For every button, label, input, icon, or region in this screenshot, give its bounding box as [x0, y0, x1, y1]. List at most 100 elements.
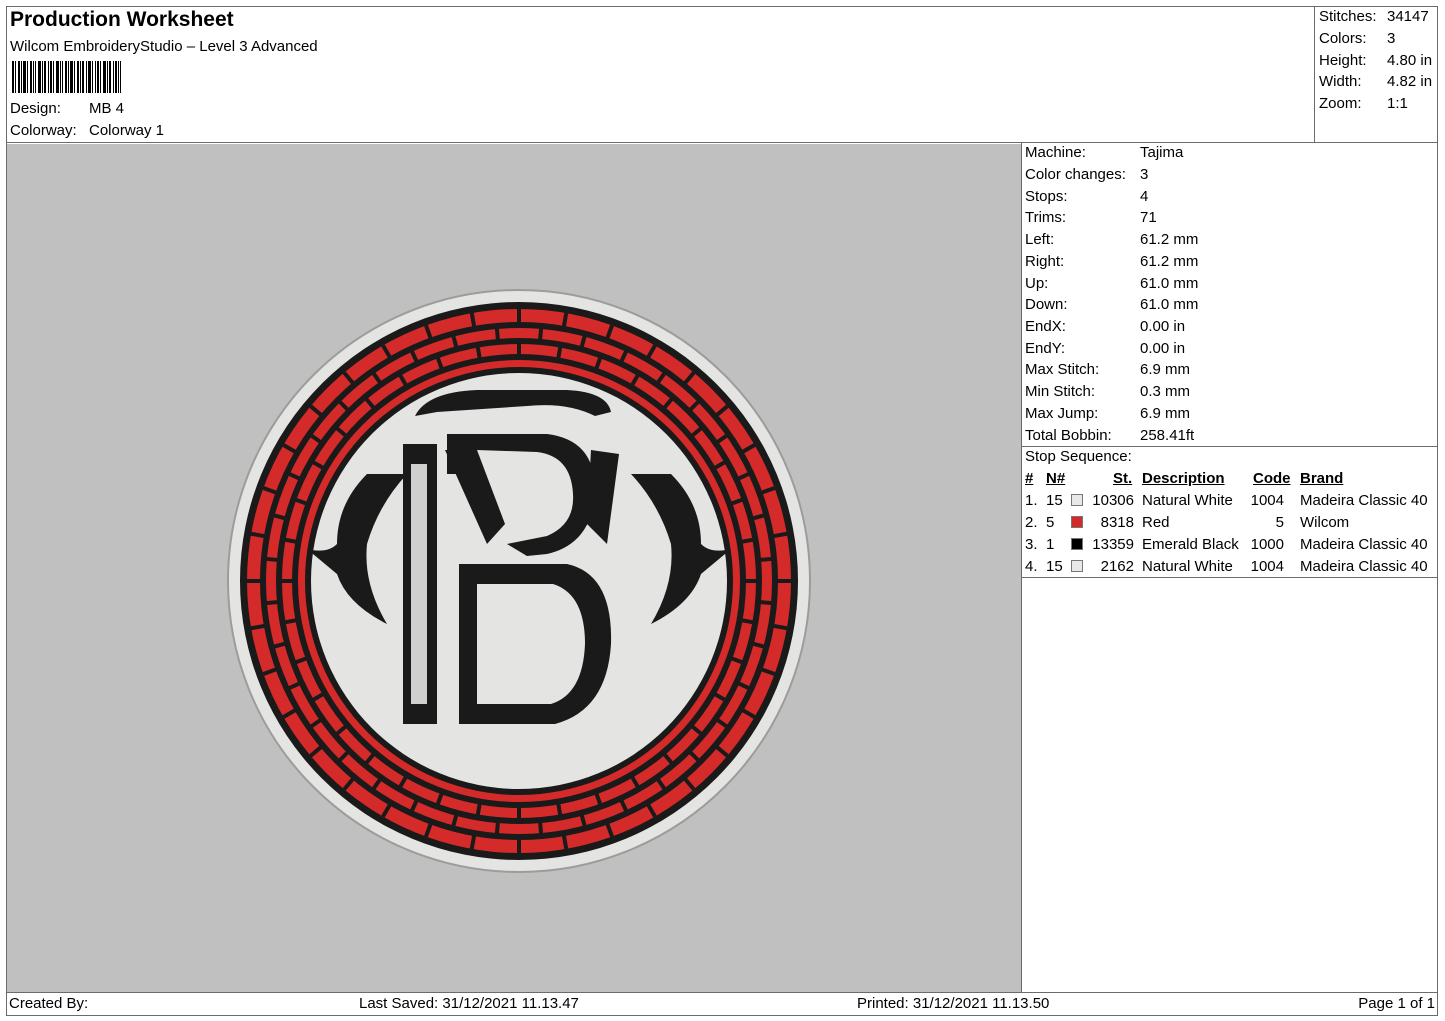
row-needle: 15 — [1046, 558, 1063, 575]
ring-tick — [561, 312, 569, 330]
up-row: Up: 61.0 mm — [1025, 275, 1198, 292]
ring-tick — [494, 819, 501, 837]
col-header-num: # — [1025, 470, 1034, 487]
divider — [1022, 446, 1438, 447]
design-label: Design: — [10, 100, 61, 117]
width-row: Width: 4.82 in — [1319, 73, 1432, 90]
design-preview — [7, 144, 1021, 992]
width-value: 4.82 in — [1387, 73, 1433, 90]
row-num: 3. — [1025, 536, 1038, 553]
page-title: Production Worksheet — [10, 8, 234, 31]
stops-row: Stops: 4 — [1025, 188, 1148, 205]
endx-row: EndX: 0.00 in — [1025, 318, 1185, 335]
row-description: Natural White — [1142, 558, 1233, 575]
stops-label: Stops: — [1025, 188, 1068, 205]
zoom-row: Zoom: 1:1 — [1319, 95, 1408, 112]
ring-tick — [555, 344, 563, 361]
stops-value: 4 — [1140, 188, 1149, 205]
ring-tick — [537, 325, 544, 343]
row-num: 1. — [1025, 492, 1038, 509]
row-brand: Madeira Classic 40 — [1300, 558, 1428, 575]
row-num: 4. — [1025, 558, 1038, 575]
total-bobbin-row: Total Bobbin: 258.41ft — [1025, 427, 1194, 444]
design-row: Design: MB 4 — [10, 100, 124, 117]
machine-value: Tajima — [1140, 144, 1184, 161]
color-swatch — [1071, 538, 1083, 550]
divider — [1021, 143, 1022, 993]
up-label: Up: — [1025, 275, 1049, 292]
min-stitch-row: Min Stitch: 0.3 mm — [1025, 383, 1190, 400]
max-jump-value: 6.9 mm — [1140, 405, 1191, 422]
right-value: 61.2 mm — [1140, 253, 1199, 270]
ring-tick — [475, 344, 483, 361]
row-brand: Madeira Classic 40 — [1300, 536, 1428, 553]
row-code: 5 — [1275, 514, 1284, 531]
ring-tick — [757, 599, 775, 606]
endx-value: 0.00 in — [1140, 318, 1186, 335]
stop-sequence-title: Stop Sequence: — [1025, 448, 1132, 465]
ring-tick — [475, 801, 483, 818]
down-row: Down: 61.0 mm — [1025, 296, 1198, 313]
right-row: Right: 61.2 mm — [1025, 253, 1198, 270]
col-header-needle: N# — [1046, 470, 1066, 487]
ring-tick — [770, 623, 788, 631]
color-swatch — [1071, 494, 1083, 506]
height-row: Height: 4.80 in — [1319, 52, 1432, 69]
ring-tick — [757, 556, 775, 563]
divider — [6, 142, 1438, 143]
col-header-brand: Brand — [1300, 470, 1344, 487]
page-number: Page 1 of 1 — [1358, 995, 1435, 1012]
ring-tick — [469, 312, 477, 330]
row-num: 2. — [1025, 514, 1038, 531]
row-brand: Madeira Classic 40 — [1300, 492, 1428, 509]
stitches-label: Stitches: — [1319, 8, 1377, 25]
ring-tick — [282, 537, 299, 545]
ring-tick — [263, 556, 281, 563]
endy-row: EndY: 0.00 in — [1025, 340, 1185, 357]
left-row: Left: 61.2 mm — [1025, 231, 1198, 248]
colors-row: Colors: 3 — [1319, 30, 1395, 47]
col-header-code: Code — [1253, 470, 1291, 487]
stitches-value: 34147 — [1387, 8, 1429, 25]
created-by: Created By: — [9, 995, 89, 1012]
colors-value: 3 — [1387, 30, 1396, 47]
machine-row: Machine: Tajima — [1025, 144, 1183, 161]
header: Production Worksheet Wilcom EmbroiderySt… — [6, 6, 1314, 143]
stitches-row: Stitches: 34147 — [1319, 8, 1429, 25]
color-swatch — [1071, 516, 1083, 528]
color-swatch — [1071, 560, 1083, 572]
ring-tick — [561, 832, 569, 850]
last-saved: Last Saved: 31/12/2021 11.13.47 — [359, 995, 579, 1012]
ring-tick — [739, 537, 756, 545]
software-subtitle: Wilcom EmbroideryStudio – Level 3 Advanc… — [10, 38, 318, 55]
right-label: Right: — [1025, 253, 1065, 270]
trims-value: 71 — [1140, 209, 1157, 226]
row-description: Natural White — [1142, 492, 1233, 509]
colorway-row: Colorway: Colorway 1 — [10, 122, 164, 139]
max-stitch-value: 6.9 mm — [1140, 361, 1191, 378]
row-brand: Wilcom — [1300, 514, 1350, 531]
max-stitch-label: Max Stitch: — [1025, 361, 1100, 378]
ring-tick — [555, 801, 563, 818]
max-stitch-row: Max Stitch: 6.9 mm — [1025, 361, 1190, 378]
total-bobbin-label: Total Bobbin: — [1025, 427, 1112, 444]
col-header-description: Description — [1142, 470, 1225, 487]
color-changes-row: Color changes: 3 — [1025, 166, 1148, 183]
row-stitches: 2162 — [1100, 558, 1134, 575]
row-stitches: 10306 — [1092, 492, 1134, 509]
endx-label: EndX: — [1025, 318, 1066, 335]
total-bobbin-value: 258.41ft — [1140, 427, 1195, 444]
row-needle: 1 — [1046, 536, 1055, 553]
row-needle: 5 — [1046, 514, 1055, 531]
min-stitch-label: Min Stitch: — [1025, 383, 1096, 400]
summary-panel: Stitches: 34147 Colors: 3 Height: 4.80 in W… — [1314, 6, 1438, 143]
color-changes-label: Color changes: — [1025, 166, 1126, 183]
height-value: 4.80 in — [1387, 52, 1433, 69]
row-description: Emerald Black — [1142, 536, 1239, 553]
ring-tick — [250, 531, 268, 539]
embroidery-design-image — [227, 289, 811, 873]
ring-tick — [537, 819, 544, 837]
width-label: Width: — [1319, 73, 1362, 90]
design-value: MB 4 — [89, 100, 125, 117]
zoom-label: Zoom: — [1319, 95, 1362, 112]
